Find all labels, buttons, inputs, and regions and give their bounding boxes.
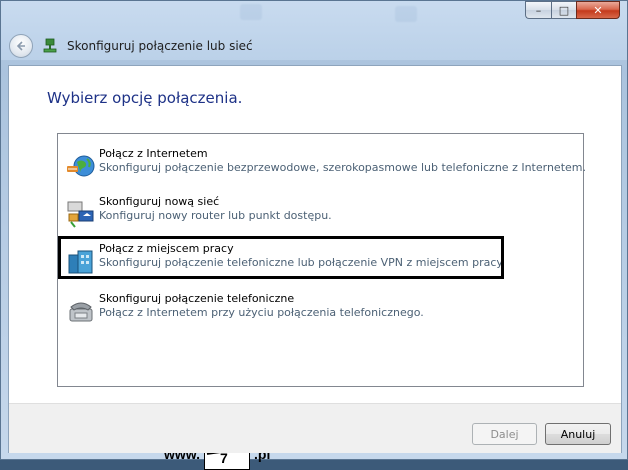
option-description: Połącz z Internetem przy użyciu połączen… [99, 306, 424, 319]
option-connect-internet[interactable]: Połącz z Internetem Skonfiguruj połączen… [63, 146, 586, 188]
option-description: Skonfiguruj połączenie telefoniczne lub … [99, 256, 505, 269]
globe-network-icon [65, 150, 97, 182]
back-arrow-icon [16, 41, 25, 51]
cancel-button[interactable]: Anuluj [545, 423, 611, 445]
option-description: Skonfiguruj połączenie bezprzewodowe, sz… [99, 161, 586, 174]
router-icon [65, 198, 97, 230]
option-new-network[interactable]: Skonfiguruj nową sieć Konfiguruj nowy ro… [63, 194, 503, 236]
option-title: Skonfiguruj połączenie telefoniczne [99, 292, 295, 305]
minimize-button[interactable]: – [525, 1, 551, 19]
wizard-nav-row: Skonfiguruj połączenie lub sieć [9, 34, 253, 58]
option-workplace[interactable]: Połącz z miejscem pracy Skonfiguruj połą… [63, 241, 505, 283]
setup-connection-window: – □ ✕ Skonfiguruj połączenie lub sieć Wy… [0, 0, 628, 470]
close-button[interactable]: ✕ [576, 1, 620, 19]
caption-buttons: – □ ✕ [525, 1, 620, 19]
page-heading: Wybierz opcję połączenia. [47, 89, 243, 107]
option-description: Konfiguruj nowy router lub punkt dostępu… [99, 209, 332, 222]
option-title: Skonfiguruj nową sieć [99, 195, 220, 208]
network-wizard-icon [42, 38, 58, 54]
telephone-modem-icon [65, 295, 97, 327]
window-title: Skonfiguruj połączenie lub sieć [67, 39, 253, 53]
option-dialup[interactable]: Skonfiguruj połączenie telefoniczne Połą… [63, 291, 503, 333]
maximize-button[interactable]: □ [551, 1, 576, 19]
back-button[interactable] [9, 34, 33, 58]
option-title: Połącz z miejscem pracy [99, 242, 234, 255]
wizard-content: Wybierz opcję połączenia. Połącz z Inter… [8, 65, 622, 470]
wizard-footer: Dalej Anuluj [9, 403, 621, 453]
next-button[interactable]: Dalej [472, 423, 537, 445]
workplace-icon [65, 245, 97, 277]
option-title: Połącz z Internetem [99, 147, 208, 160]
connection-options-list[interactable]: Połącz z Internetem Skonfiguruj połączen… [57, 133, 586, 387]
